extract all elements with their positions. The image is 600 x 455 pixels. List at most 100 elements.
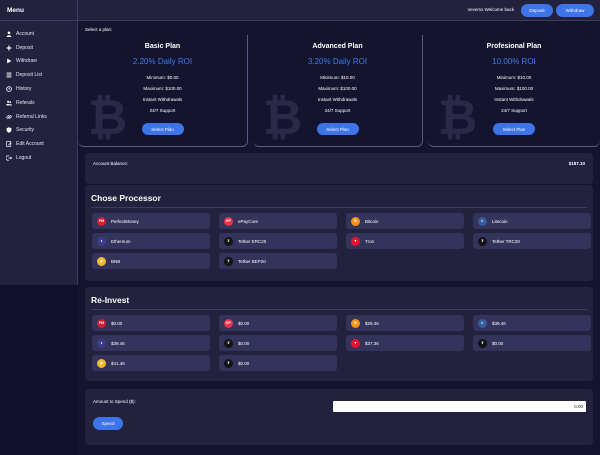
processor-label: PerfectMoney <box>111 218 139 224</box>
account-balance-bar: Account Balance: $187.10 <box>85 153 593 184</box>
bitcoin-icon: B <box>351 216 360 226</box>
select-plan-button[interactable]: Select Plan <box>316 123 359 135</box>
sidebar-item-label: Deposit <box>16 44 33 51</box>
reinvest-title: Re-Invest <box>91 295 130 305</box>
sidebar-item-deposit[interactable]: Deposit <box>0 41 77 55</box>
pm-icon: PM <box>97 216 106 226</box>
plan-maximum: Maximum: $100.00 <box>494 86 534 91</box>
users-icon <box>6 100 12 106</box>
sidebar-item-edit-account[interactable]: Edit Account <box>0 137 77 151</box>
reinvest-option[interactable]: PM $0.00 <box>92 315 210 331</box>
reinvest-option[interactable]: ₮ $0.00 <box>219 355 337 371</box>
reinvest-label: $37.36 <box>365 340 379 346</box>
reinvest-label: $0.00 <box>238 340 250 346</box>
pm-icon: PM <box>97 318 106 328</box>
sidebar-item-label: Security <box>16 127 35 134</box>
processor-option[interactable]: ◆ BNB <box>92 253 210 269</box>
header-withdraw-button[interactable]: Withdraw <box>556 4 594 17</box>
ethereum-icon: ♦ <box>97 338 106 348</box>
bnb-icon: ◆ <box>97 358 106 368</box>
bnb-icon: ◆ <box>97 256 106 266</box>
reinvest-label: $0.00 <box>492 340 504 346</box>
processor-label: ePayCore <box>238 218 259 224</box>
plan-maximum: Maximum: $100.00 <box>143 86 182 91</box>
reinvest-option[interactable]: B $29.46 <box>346 315 464 331</box>
header-deposit-button[interactable]: Deposit <box>521 4 553 17</box>
processor-option[interactable]: Ł Litecoin <box>473 213 591 229</box>
plan-card-basic: ₿ Basic Plan 2.20% Daily ROI Minimum: $0… <box>78 35 248 147</box>
sidebar-item-label: Withdraw <box>16 58 37 65</box>
plan-feature: Instant Withdrawals <box>494 97 534 102</box>
processor-option[interactable]: ₮ Tether TRC20 <box>473 233 591 249</box>
select-plan-button[interactable]: Select Plan <box>141 123 184 135</box>
sidebar-title: Menu <box>0 0 77 21</box>
processor-option[interactable]: EP ePayCore <box>219 213 337 229</box>
processor-option[interactable]: B Bitcoin <box>346 213 464 229</box>
withdraw-icon <box>6 58 12 64</box>
sidebar-item-history[interactable]: History <box>0 82 77 96</box>
sidebar-item-referals[interactable]: Referals <box>0 96 77 110</box>
spend-button[interactable]: Spend <box>93 417 123 430</box>
balance-label: Account Balance: <box>93 161 129 166</box>
processor-label: Tether BEP20 <box>238 258 266 264</box>
sidebar-item-label: Referals <box>16 99 35 106</box>
reinvest-option[interactable]: EP $0.00 <box>219 315 337 331</box>
tether-trc20-icon: ₮ <box>478 236 487 246</box>
reinvest-option[interactable]: ▼ $37.36 <box>346 335 464 351</box>
top-header: nevemx Welcome back Deposit Withdraw <box>78 0 600 21</box>
select-plan-button[interactable]: Select Plan <box>493 123 535 135</box>
processor-label: BNB <box>111 258 121 264</box>
sidebar-item-label: Referral Links <box>16 113 47 120</box>
ethereum-icon: ♦ <box>97 236 106 246</box>
sidebar-item-label: Deposit List <box>16 72 43 79</box>
sidebar-item-deposit-list[interactable]: Deposit List <box>0 68 77 82</box>
plan-feature: Instant Withdrawals <box>317 97 358 102</box>
plan-roi: 10.00% ROI <box>492 57 536 66</box>
reinvest-label: $29.46 <box>365 320 379 326</box>
reinvest-label: $0.00 <box>111 320 123 326</box>
divider <box>91 309 587 310</box>
plan-feature: Instant Withdrawals <box>142 97 183 102</box>
reinvest-option[interactable]: ◆ $41.46 <box>92 355 210 371</box>
reinvest-label: $0.00 <box>238 360 250 366</box>
sidebar-item-account[interactable]: Account <box>0 27 77 41</box>
processor-title: Chose Processor <box>91 193 161 203</box>
sidebar-item-security[interactable]: Security <box>0 124 77 138</box>
processor-option[interactable]: ♦ Ethereum <box>92 233 210 249</box>
tether-erc20-icon: ₮ <box>224 338 233 348</box>
bitcoin-icon: B <box>351 318 360 328</box>
sidebar-item-logout[interactable]: Logout <box>0 151 77 165</box>
balance-value: $187.10 <box>568 161 585 166</box>
epaycore-icon: EP <box>224 318 233 328</box>
processor-option[interactable]: PM PerfectMoney <box>92 213 210 229</box>
tether-erc20-icon: ₮ <box>224 236 233 246</box>
plan-minimum: Minimum: $10.00 <box>496 75 532 80</box>
amount-input[interactable] <box>333 401 586 412</box>
link-icon <box>6 114 12 120</box>
processor-label: Litecoin <box>492 218 508 224</box>
main-content: Select a plan: ₿ Basic Plan 2.20% Daily … <box>78 21 600 455</box>
sidebar-item-referral-links[interactable]: Referral Links <box>0 110 77 124</box>
logout-icon <box>6 155 12 161</box>
plus-icon <box>6 45 12 51</box>
reinvest-option[interactable]: ₮ $0.00 <box>219 335 337 351</box>
plan-minimum: Minimum: $0.00 <box>146 75 179 80</box>
processor-label: Bitcoin <box>365 218 379 224</box>
sidebar-item-label: Edit Account <box>16 141 44 148</box>
processor-option[interactable]: ▼ Tron <box>346 233 464 249</box>
history-icon <box>6 86 12 92</box>
list-icon <box>6 72 12 78</box>
plan-feature: 24/7 Support <box>324 108 351 113</box>
reinvest-option[interactable]: ♦ $39.46 <box>92 335 210 351</box>
processor-option[interactable]: ₮ Tether BEP20 <box>219 253 337 269</box>
processor-option[interactable]: ₮ Tether ERC20 <box>219 233 337 249</box>
reinvest-option[interactable]: Ł $39.46 <box>473 315 591 331</box>
user-icon <box>6 31 12 37</box>
processor-label: Ethereum <box>111 238 131 244</box>
reinvest-option[interactable]: ₮ $0.00 <box>473 335 591 351</box>
tether-bep20-icon: ₮ <box>224 358 233 368</box>
sidebar-item-withdraw[interactable]: Withdraw <box>0 55 77 69</box>
reinvest-label: $39.46 <box>492 320 506 326</box>
processor-label: Tether ERC20 <box>238 238 267 244</box>
plan-feature: 24/7 Support <box>501 108 527 113</box>
